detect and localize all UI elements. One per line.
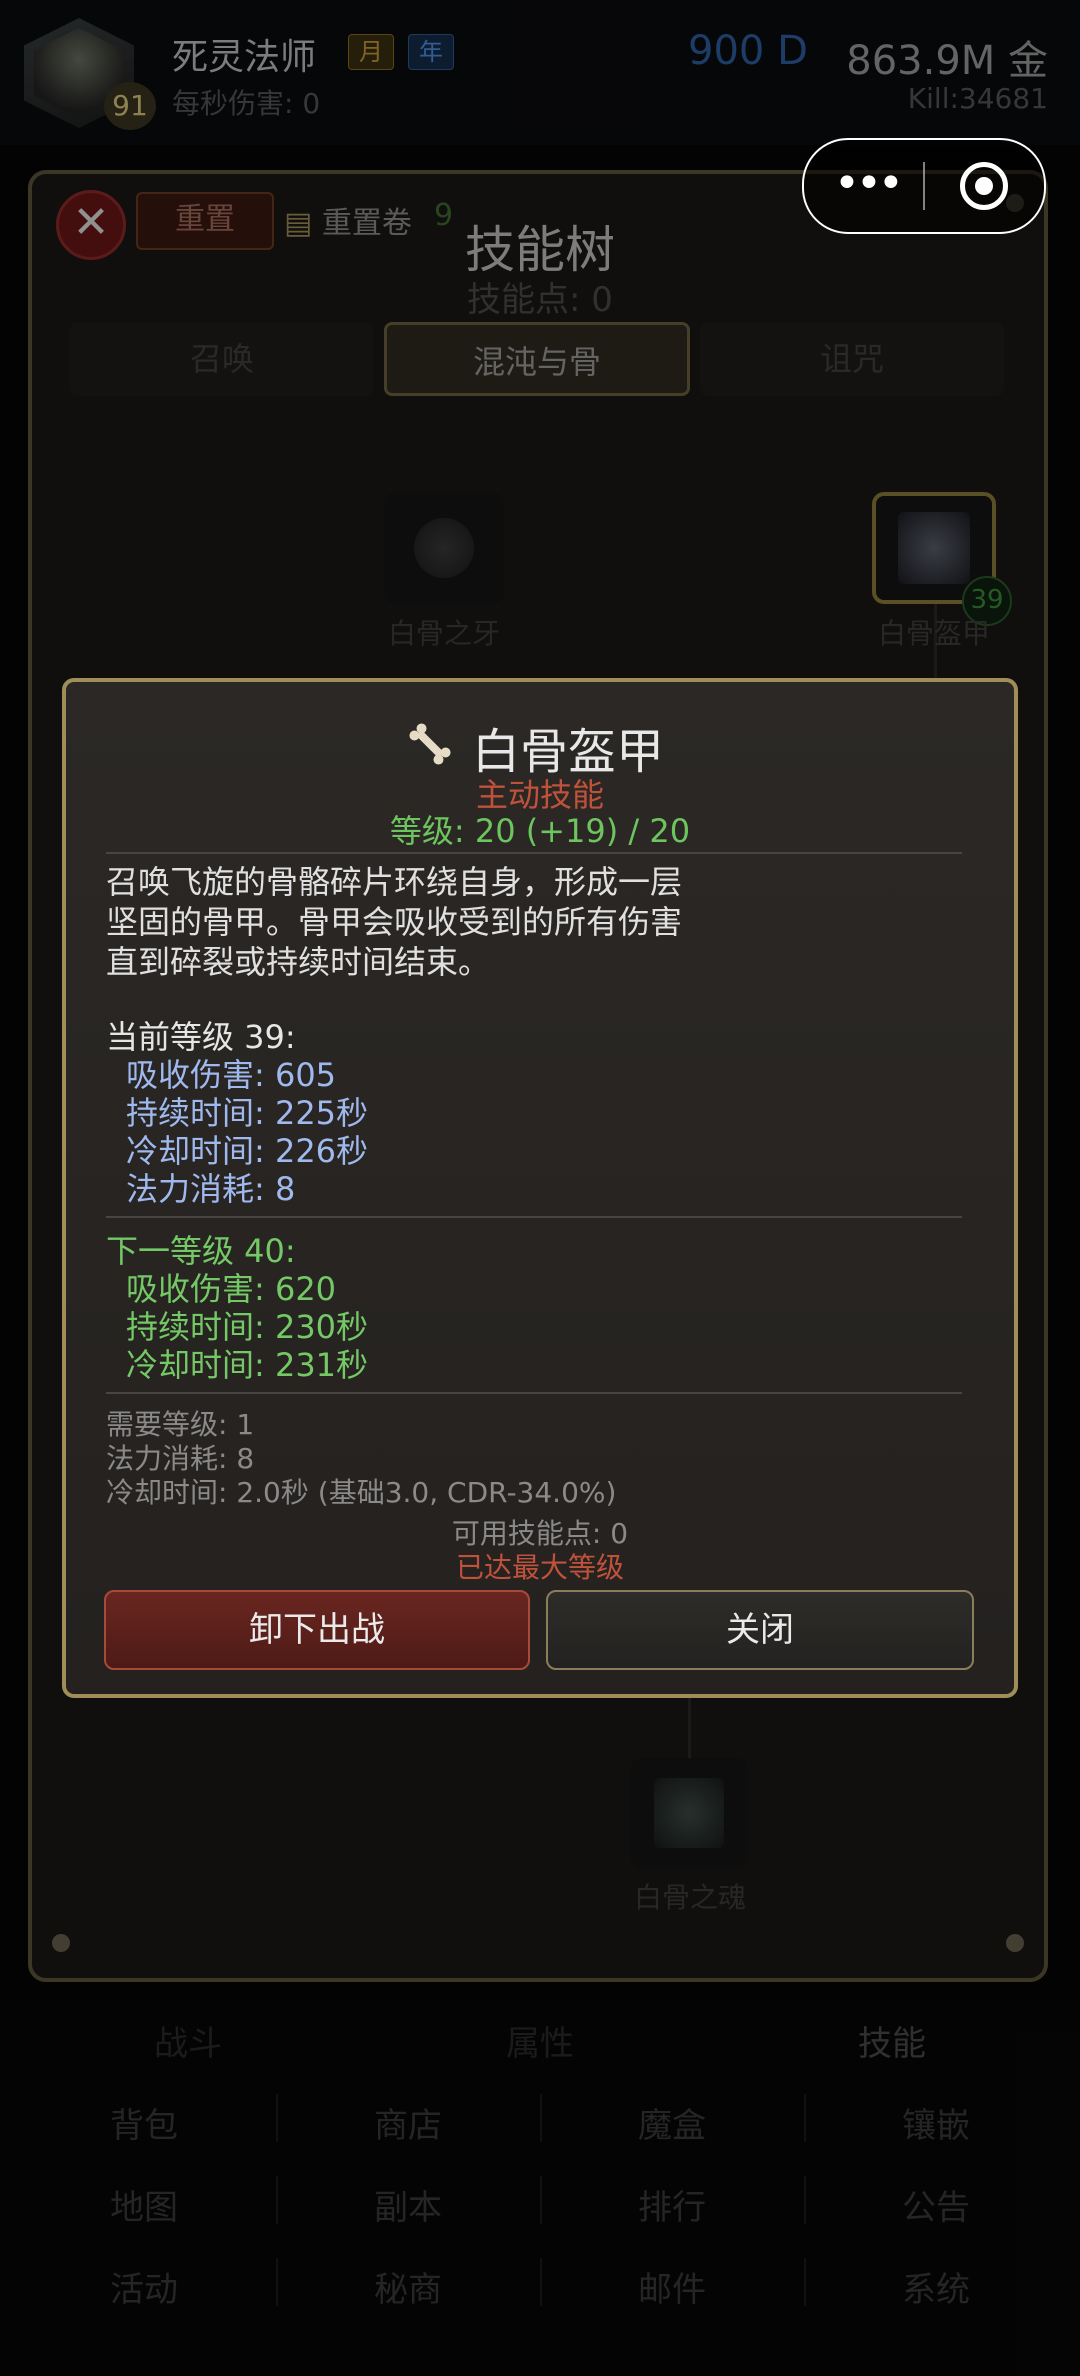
divider [106,1216,962,1218]
next-stat: 冷却时间: 231秒 [126,1346,369,1384]
description-line: 坚固的骨甲。骨甲会吸收受到的所有伤害 [106,903,683,941]
max-level-notice: 已达最大等级 [455,1551,624,1584]
next-stat: 吸收伤害: 620 [126,1270,337,1308]
divider [106,852,962,854]
next-stat: 持续时间: 230秒 [126,1308,369,1346]
close-button[interactable]: 关闭 [546,1590,974,1670]
skill-description: 召唤飞旋的骨骼碎片环绕自身，形成一层 坚固的骨甲。骨甲会吸收受到的所有伤害 直到… [106,862,806,982]
description-line: 召唤飞旋的骨骼碎片环绕自身，形成一层 [106,863,683,901]
description-line: 直到碎裂或持续时间结束。 [106,943,491,981]
more-options-icon[interactable]: ••• [834,162,904,206]
bone-icon [409,723,451,765]
divider [106,1392,962,1394]
requirement-line: 法力消耗: 8 [106,1442,255,1475]
exit-mini-program-icon[interactable] [960,162,1008,210]
current-level-header: 当前等级 39: [106,1018,296,1056]
requirement-line: 冷却时间: 2.0秒 (基础3.0, CDR-34.0%) [106,1476,617,1509]
current-stat: 冷却时间: 226秒 [126,1132,369,1170]
skill-level: 等级: 20 (+19) / 20 [389,812,691,850]
current-stat: 吸收伤害: 605 [126,1056,337,1094]
current-stat: 法力消耗: 8 [126,1170,296,1208]
requirement-line: 需要等级: 1 [106,1408,255,1441]
capsule-divider [923,162,925,210]
next-level-header: 下一等级 40: [106,1232,296,1270]
unequip-button[interactable]: 卸下出战 [104,1590,530,1670]
current-stat: 持续时间: 225秒 [126,1094,369,1132]
mini-program-capsule: ••• [802,138,1046,234]
